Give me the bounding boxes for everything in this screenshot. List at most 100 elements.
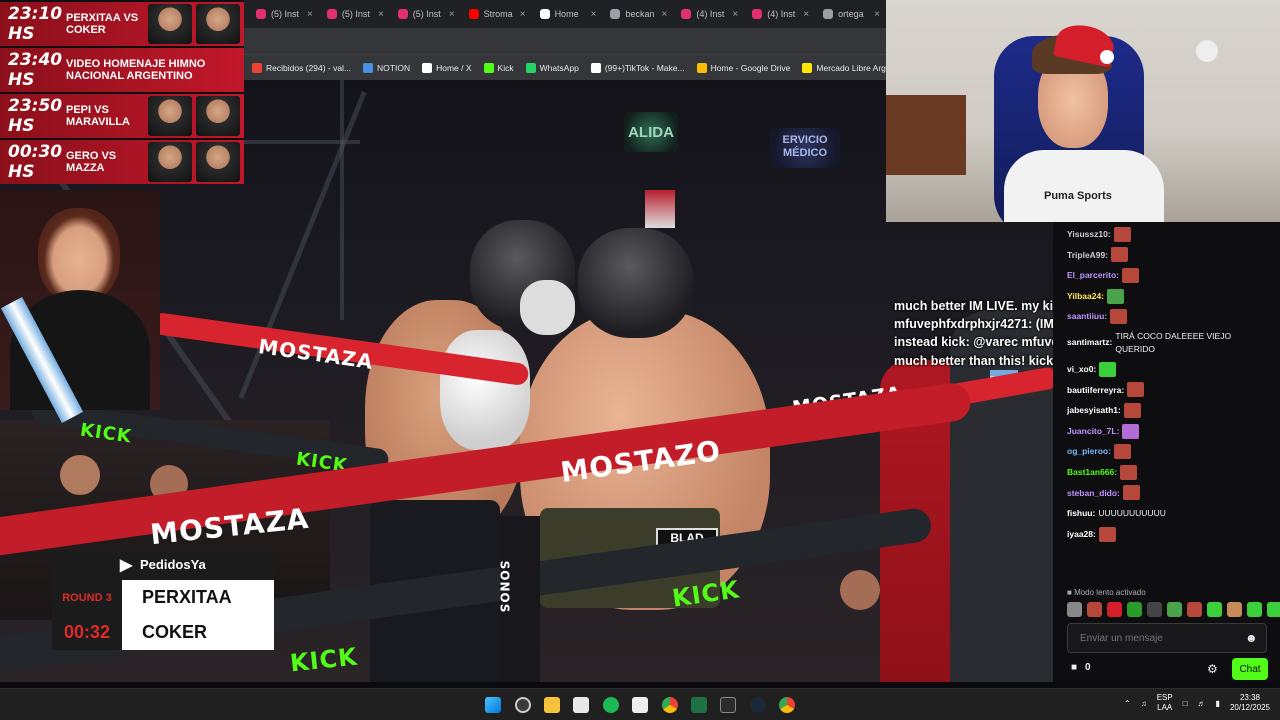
chat-username[interactable]: Yilbaa24: <box>1067 286 1104 307</box>
chat-username[interactable]: fishuu: <box>1067 503 1095 524</box>
schedule-time: 00:30 HS <box>8 142 63 182</box>
browser-tab[interactable]: (5) Inst × <box>321 2 390 26</box>
chat-username[interactable]: og_pieroo: <box>1067 441 1111 462</box>
epic-games-icon[interactable] <box>720 697 736 713</box>
chat-username[interactable]: santimartz: <box>1067 336 1112 349</box>
instagram-icon <box>397 9 408 19</box>
capcut-icon[interactable] <box>632 697 648 713</box>
fighter-photo <box>148 96 192 136</box>
browser-tab[interactable]: beckan × <box>604 2 673 26</box>
overlay-portrait <box>0 190 160 424</box>
bookmark-item[interactable]: Home - Google Drive <box>696 62 790 73</box>
browser-tab[interactable]: (5) Inst × <box>392 2 461 26</box>
emote-icon[interactable] <box>1167 602 1182 617</box>
bookmark-item[interactable]: NOTION <box>363 62 410 73</box>
fighter2-name: COKER <box>122 615 274 650</box>
bookmark-item[interactable]: Recibidos (294) - val... <box>252 62 352 73</box>
close-tab-icon[interactable]: × <box>520 9 526 20</box>
bookmark-item[interactable]: Mercado Libre Arge... <box>802 62 898 73</box>
emote-icon[interactable] <box>1107 602 1122 617</box>
chat-message-input[interactable] <box>1067 623 1267 653</box>
chat-emote-icon <box>1107 288 1125 304</box>
chrome-icon[interactable] <box>662 697 678 713</box>
close-tab-icon[interactable]: × <box>803 9 809 20</box>
chat-username[interactable]: vi_xo0: <box>1067 359 1096 380</box>
chat-emote-icon <box>1121 267 1139 283</box>
bookmark-item[interactable]: (99+)TikTok - Make... <box>590 62 685 73</box>
close-tab-icon[interactable]: × <box>378 9 384 20</box>
browser-tab[interactable]: ortega × <box>817 2 886 26</box>
gift-count-value: 0 <box>1085 662 1091 673</box>
spotify-icon[interactable] <box>603 697 619 713</box>
emoji-picker-icon[interactable]: ☻ <box>1245 631 1258 645</box>
chat-username[interactable]: TripleA99: <box>1067 245 1108 266</box>
browser-tab[interactable]: (4) Inst × <box>675 2 744 26</box>
close-tab-icon[interactable]: × <box>307 9 313 20</box>
excel-icon[interactable] <box>691 697 707 713</box>
chat-message: og_pieroo: <box>1067 441 1270 462</box>
browser-tab[interactable]: Stroma × <box>463 2 532 26</box>
emote-icon[interactable] <box>1187 602 1202 617</box>
emote-icon[interactable] <box>1087 602 1102 617</box>
bookmark-item[interactable]: Kick <box>483 62 514 73</box>
chat-username[interactable]: steban_dido: <box>1067 483 1120 504</box>
emote-icon[interactable] <box>1247 602 1262 617</box>
chat-message: TripleA99: <box>1067 245 1270 266</box>
emote-icon[interactable] <box>1147 602 1162 617</box>
chat-send-button[interactable]: Chat <box>1232 658 1268 680</box>
chat-username[interactable]: El_parcerito: <box>1067 265 1119 286</box>
chat-emote-icon <box>1123 402 1141 418</box>
microphone-icon[interactable]: ♫ <box>1141 699 1147 708</box>
chat-username[interactable]: jabesyisath1: <box>1067 400 1121 421</box>
windows-start-icon[interactable] <box>485 697 501 713</box>
emote-icon[interactable] <box>1227 602 1242 617</box>
bookmark-item[interactable]: Home / X <box>422 62 472 73</box>
battery-icon[interactable]: ▮ <box>1216 699 1220 708</box>
close-tab-icon[interactable]: × <box>874 9 880 20</box>
bookmark-label: Recibidos (294) - val... <box>266 62 352 73</box>
emote-icon[interactable] <box>1207 602 1222 617</box>
lang-line1: ESP <box>1156 693 1173 702</box>
schedule-row: 23:10 HS PERXITAA VS COKER <box>0 2 244 46</box>
close-tab-icon[interactable]: × <box>591 9 597 20</box>
chat-message: jabesyisath1: <box>1067 400 1270 421</box>
volume-icon[interactable]: ♬ <box>1198 699 1206 708</box>
chat-settings-icon[interactable]: ⚙ <box>1207 662 1218 676</box>
browser-tab[interactable]: Home × <box>534 2 603 26</box>
chat-username[interactable]: Yisussz10: <box>1067 224 1111 245</box>
tray-overflow-icon[interactable]: ⌃ <box>1124 699 1131 708</box>
system-clock[interactable]: 23:38 20/12/2025 <box>1230 693 1270 713</box>
store-icon[interactable] <box>573 697 589 713</box>
chat-message: Yisussz10: <box>1067 224 1270 245</box>
chat-username[interactable]: saantiiuu: <box>1067 306 1107 327</box>
close-tab-icon[interactable]: × <box>449 9 455 20</box>
chrome-icon[interactable] <box>779 697 795 713</box>
task-view-icon[interactable] <box>515 697 531 713</box>
gmail-icon <box>252 62 262 73</box>
chat-username[interactable]: iyaa28: <box>1067 524 1096 545</box>
chat-emote-icon <box>1113 444 1131 460</box>
chat-username[interactable]: bautiiferreyra: <box>1067 380 1124 401</box>
gift-counter[interactable]: ■ 0 <box>1071 662 1091 673</box>
scoreboard-row: 00:32 COKER <box>52 615 274 650</box>
exit-sign: ALIDA <box>624 112 678 152</box>
emote-icon[interactable] <box>1127 602 1142 617</box>
chat-username[interactable]: Juancito_7L: <box>1067 421 1119 442</box>
emote-icon[interactable] <box>1267 602 1280 617</box>
chat-message-list[interactable]: Yisussz10: TripleA99: El_parcerito: Yilbaa2… <box>1053 222 1280 582</box>
chat-username[interactable]: Bast1an666: <box>1067 462 1117 483</box>
browser-tab[interactable]: (4) Inst × <box>746 2 815 26</box>
emote-icon[interactable] <box>1067 602 1082 617</box>
browser-tab[interactable]: (5) Inst × <box>250 2 319 26</box>
input-language[interactable]: ESP LAA <box>1157 693 1173 713</box>
close-tab-icon[interactable]: × <box>732 9 738 20</box>
fighter-photo <box>148 142 192 182</box>
steam-icon[interactable] <box>750 697 766 713</box>
file-explorer-icon[interactable] <box>544 697 560 713</box>
tab-label: Home <box>554 9 579 19</box>
schedule-match: GERO VS MAZZA <box>66 150 117 174</box>
bookmark-item[interactable]: WhatsApp <box>525 62 579 73</box>
close-tab-icon[interactable]: × <box>662 9 668 20</box>
youtube-icon <box>468 9 479 19</box>
network-icon[interactable]: □ <box>1183 699 1188 708</box>
